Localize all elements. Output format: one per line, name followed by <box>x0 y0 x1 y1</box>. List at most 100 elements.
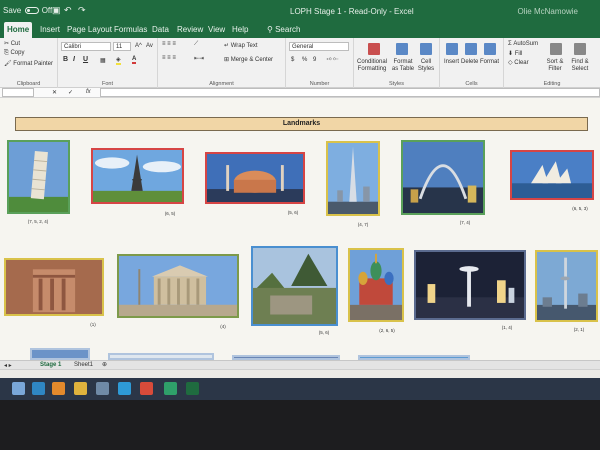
photo-hagia-sophia[interactable] <box>205 152 305 204</box>
align-left-icon[interactable]: ≡ ≡ ≡ <box>162 55 176 61</box>
clear-button[interactable]: ◇ Clear <box>508 59 529 66</box>
orientation-icon[interactable]: ⟋ <box>194 41 198 48</box>
toggle-icon <box>25 7 40 15</box>
photo-partial-2[interactable] <box>108 353 214 360</box>
photo-st-basils-cathedral[interactable] <box>348 248 404 322</box>
fill-button[interactable]: ⬇ Fill <box>508 50 522 57</box>
photo-cn-tower[interactable] <box>535 250 598 322</box>
font-size-select[interactable]: 11 <box>113 42 131 51</box>
worksheet-grid[interactable]: Landmarks (7, 5, 2, 4) (6, 5) (5, 6) (4,… <box>0 98 600 360</box>
format-button[interactable]: Format <box>480 59 499 65</box>
format-painter-button[interactable]: 🖌 Format Painter <box>4 60 53 67</box>
underline-button[interactable]: U <box>83 56 88 63</box>
tab-insert[interactable]: Insert <box>37 24 63 35</box>
format-as-table-button[interactable]: Format as Table <box>390 59 416 73</box>
tab-home[interactable]: Home <box>4 22 33 38</box>
delete-cells-icon <box>465 43 477 55</box>
conditional-formatting-button[interactable]: Conditional Formatting <box>356 59 388 73</box>
cut-button[interactable]: ✂ Cut <box>4 40 20 47</box>
font-color-icon[interactable]: A <box>132 56 137 64</box>
insert-button[interactable]: Insert <box>444 59 459 65</box>
tab-data[interactable]: Data <box>149 24 172 35</box>
delete-button[interactable]: Delete <box>461 59 478 65</box>
alignment-label: Alignment <box>209 81 234 87</box>
photo-burj-khalifa[interactable] <box>326 141 380 216</box>
tab-help[interactable]: Help <box>229 24 251 35</box>
title-bar: Save Off ▣ ↶ ↷ LOPH Stage 1 - Read-Only … <box>0 0 600 22</box>
user-name[interactable]: Olie McNamowie <box>518 7 578 16</box>
font-name-select[interactable]: Calibri <box>61 42 111 51</box>
save-icon[interactable]: ▣ <box>52 5 61 16</box>
wrap-text-button[interactable]: ↵ Wrap Text <box>224 42 258 49</box>
currency-button[interactable]: $ <box>291 57 294 63</box>
edge-icon[interactable] <box>118 382 131 395</box>
photo-eiffel-tower[interactable] <box>91 148 184 204</box>
excel-icon[interactable] <box>186 382 199 395</box>
caption-gateway-arch: (7, 4) <box>459 220 471 225</box>
photo-pantheon[interactable] <box>117 254 239 318</box>
number-format-select[interactable]: General <box>289 42 349 51</box>
excel-icon[interactable] <box>52 382 65 395</box>
cancel-icon[interactable]: ✕ <box>52 89 57 96</box>
add-sheet-icon[interactable]: ⊕ <box>102 361 107 368</box>
teams-icon[interactable] <box>164 382 177 395</box>
tab-view[interactable]: View <box>205 24 228 35</box>
clipboard-group: ✂ Cut ⎘ Copy 🖌 Format Painter Clipboard <box>0 38 58 88</box>
caption-pantheon: (4) <box>220 324 226 329</box>
fx-icon[interactable]: fx <box>86 89 91 95</box>
start-icon[interactable] <box>12 382 25 395</box>
copy-button[interactable]: ⎘ Copy <box>4 50 24 57</box>
decimal-icon[interactable]: ⁺⁰ ⁰⁻ <box>326 57 339 64</box>
find-select-button[interactable]: Find & Select <box>568 59 592 73</box>
caption-leaning-tower-pisa: (7, 5, 2, 4) <box>27 219 49 224</box>
chrome-icon[interactable] <box>140 382 153 395</box>
photo-space-needle[interactable] <box>414 250 526 320</box>
percent-button[interactable]: % <box>302 57 307 63</box>
italic-button[interactable]: I <box>73 56 75 63</box>
shrink-font-button[interactable]: Av <box>146 43 153 49</box>
sheet-nav-icon[interactable]: ◂ ▸ <box>4 362 12 369</box>
sheet-tab-sheet1[interactable]: Sheet1 <box>74 362 93 368</box>
enter-icon[interactable]: ✓ <box>68 89 73 96</box>
number-label: Number <box>309 81 330 87</box>
tab-review[interactable]: Review <box>174 24 206 35</box>
photo-gateway-arch[interactable] <box>401 140 485 215</box>
sort-filter-button[interactable]: Sort & Filter <box>544 59 566 73</box>
redo-icon[interactable]: ↷ <box>78 5 86 16</box>
tab-search[interactable]: ⚲ Search <box>264 24 303 35</box>
caption-petra: (1) <box>90 322 96 327</box>
alignment-group: ≡ ≡ ≡ ⟋ ≡ ≡ ≡ ⇤⇥ ↵ Wrap Text ⊞ Merge & C… <box>158 38 286 88</box>
editing-label: Editing <box>543 81 561 87</box>
tab-formulas[interactable]: Formulas <box>111 24 150 35</box>
borders-icon[interactable]: ▦ <box>100 57 106 64</box>
undo-icon[interactable]: ↶ <box>64 5 72 16</box>
photo-sydney-opera-house[interactable] <box>510 150 594 200</box>
cell-styles-icon <box>420 43 432 55</box>
photo-petra[interactable] <box>4 258 104 316</box>
tab-page-layout[interactable]: Page Layout <box>64 24 115 35</box>
formula-input[interactable] <box>100 88 600 97</box>
taskbar <box>0 378 600 400</box>
sheet-tab-stage-1[interactable]: Stage 1 <box>40 362 61 368</box>
mail-icon[interactable] <box>96 382 109 395</box>
photo-partial-1[interactable] <box>30 348 90 360</box>
insert-cells-icon <box>446 43 458 55</box>
merge-center-button[interactable]: ⊞ Merge & Center <box>224 56 273 63</box>
folder-icon[interactable] <box>74 382 87 395</box>
grow-font-button[interactable]: A^ <box>135 43 142 49</box>
autosum-button[interactable]: Σ AutoSum <box>508 41 538 47</box>
name-box[interactable] <box>2 88 34 97</box>
search-icon[interactable] <box>32 382 45 395</box>
indent-icon[interactable]: ⇤⇥ <box>194 55 204 62</box>
styles-group: Conditional Formatting Format as Table C… <box>354 38 440 88</box>
bold-button[interactable]: B <box>63 56 68 63</box>
autosave-toggle[interactable]: Save Off <box>3 6 52 15</box>
fill-color-icon[interactable]: ◈ <box>116 56 121 65</box>
styles-label: Styles <box>389 81 404 87</box>
cells-label: Cells <box>465 81 478 87</box>
photo-leaning-tower-pisa[interactable] <box>7 140 70 214</box>
comma-button[interactable]: 9 <box>313 57 316 63</box>
photo-machu-picchu[interactable] <box>251 246 338 326</box>
cell-styles-button[interactable]: Cell Styles <box>416 59 436 73</box>
align-top-icon[interactable]: ≡ ≡ ≡ <box>162 41 176 47</box>
